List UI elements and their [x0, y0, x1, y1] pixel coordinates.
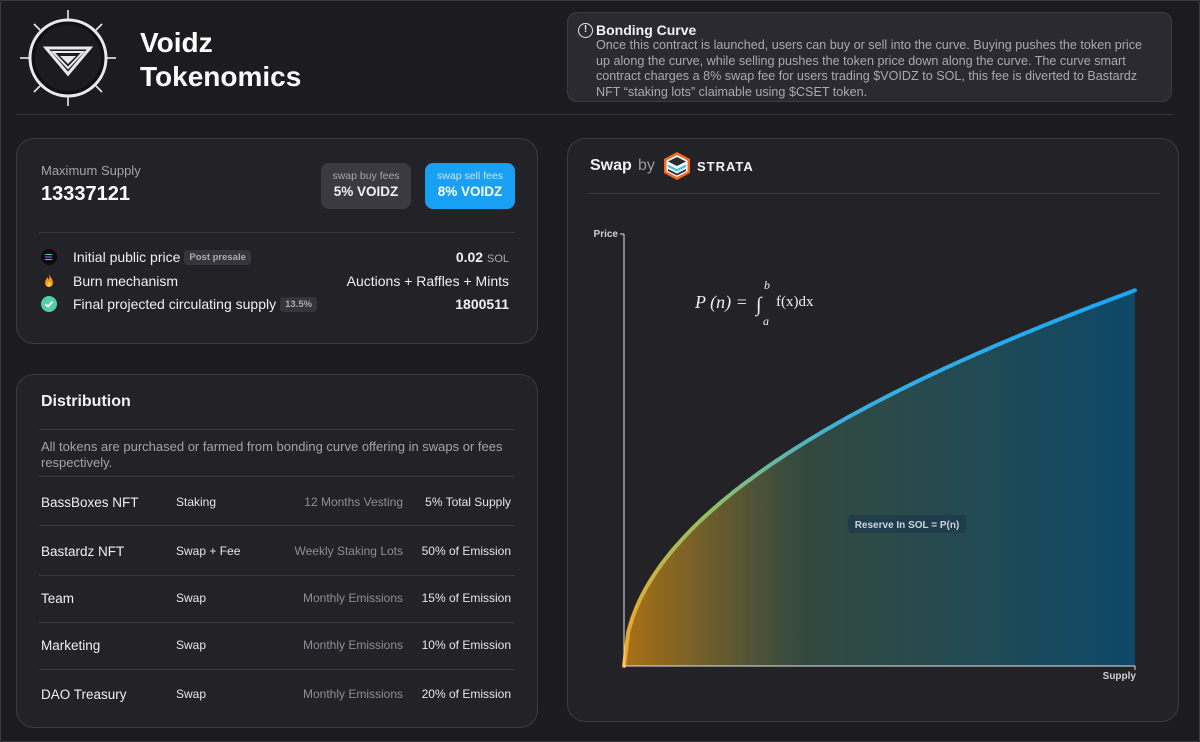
allocation-schedule: Weekly Staking Lots [294, 544, 404, 558]
distribution-row-divider [39, 476, 515, 477]
initial-price-value: 0.02 [455, 249, 484, 265]
distribution-title: Distribution [41, 393, 131, 410]
distribution-description: All tokens are purchased or farmed from … [41, 439, 503, 470]
allocation-name: Bastardz NFT [41, 544, 125, 559]
distribution-row-divider [39, 525, 515, 526]
info-icon: ! [578, 23, 593, 38]
reserve-annotation: Reserve In SOL = P(n) [855, 520, 960, 531]
formula-integrand: f(x)dx [776, 294, 814, 310]
buy-fee-value: 5% VOIDZ [333, 184, 399, 199]
notice-title: Bonding Curve [596, 22, 697, 38]
allocation-share: 5% Total Supply [425, 495, 511, 509]
formula-lower-bound: a [763, 314, 769, 328]
initial-price-label: Initial public price [73, 249, 181, 265]
allocation-share: 10% of Emission [421, 638, 511, 652]
swap-divider [588, 193, 1160, 194]
swap-panel: Price Supply P (n) = ∫ b a f(x)dx Reserv… [567, 138, 1179, 722]
allocation-schedule: Monthly Emissions [302, 591, 403, 605]
burn-mechanism-row: Burn mechanism Auctions + Raffles + Mint… [41, 271, 509, 291]
supply-divider [39, 232, 515, 233]
table-row: DAO Treasury Swap Monthly Emissions 20% … [41, 687, 511, 707]
table-row: BassBoxes NFT Staking 12 Months Vesting … [41, 495, 511, 515]
table-row: Team Swap Monthly Emissions 15% of Emiss… [41, 591, 511, 611]
allocation-schedule: Monthly Emissions [302, 687, 403, 701]
page-title-line1: Voidz [140, 27, 213, 58]
price-formula: P (n) = ∫ b a f(x)dx [694, 278, 814, 328]
formula-lhs: P (n) = [694, 292, 748, 313]
allocation-name: DAO Treasury [41, 687, 127, 702]
allocation-source: Swap [176, 687, 207, 701]
distribution-panel: Distribution All tokens are purchased or… [16, 374, 538, 728]
table-row: Bastardz NFT Swap + Fee Weekly Staking L… [41, 544, 511, 564]
sell-fee-value: 8% VOIDZ [437, 184, 503, 199]
swap-buy-fee-badge: swap buy fees 5% VOIDZ [321, 163, 411, 209]
buy-fee-label: swap buy fees [332, 170, 400, 182]
supply-panel: Maximum Supply 13337121 swap buy fees 5%… [16, 138, 538, 344]
initial-price-row: Initial public price Post presale 0.02 SO… [41, 247, 509, 267]
y-axis-label: Price [594, 229, 619, 240]
distribution-row-divider [39, 622, 515, 623]
allocation-source: Swap + Fee [176, 544, 241, 558]
notice-body: Once this contract is launched, users ca… [596, 38, 1143, 99]
circulating-supply-value: 1800511 [455, 296, 509, 312]
x-axis-label: Supply [1103, 671, 1137, 682]
allocation-name: BassBoxes NFT [41, 495, 139, 510]
check-circle-icon [41, 296, 57, 312]
voidz-logo-icon [20, 10, 116, 106]
distribution-row-divider [39, 575, 515, 576]
burn-mechanism-label: Burn mechanism [73, 273, 179, 289]
allocation-source: Swap [176, 591, 207, 605]
swap-by-text: by [638, 157, 655, 174]
initial-price-unit: SOL [486, 253, 509, 265]
circulating-percent-tag: 13.5% [280, 297, 318, 312]
swap-sell-fee-badge: swap sell fees 8% VOIDZ [425, 163, 515, 209]
distribution-row-divider [39, 669, 515, 670]
allocation-name: Team [41, 591, 75, 606]
allocation-name: Marketing [41, 638, 101, 653]
bonding-curve-chart: Price Supply P (n) = ∫ b a f(x)dx Reserv… [594, 229, 1137, 682]
page-title-line2: Tokenomics [140, 61, 302, 92]
circulating-supply-row: Final projected circulating supply 13.5% … [41, 294, 509, 314]
swap-title: Swap [590, 157, 632, 174]
post-presale-tag: Post presale [184, 250, 251, 265]
allocation-schedule: 12 Months Vesting [304, 495, 403, 509]
circulating-supply-label: Final projected circulating supply [73, 296, 277, 312]
allocation-source: Staking [176, 495, 217, 509]
allocation-schedule: Monthly Emissions [302, 638, 403, 652]
allocation-share: 50% of Emission [421, 544, 511, 558]
solana-icon [41, 249, 57, 265]
header-divider [16, 114, 1174, 115]
page-title: Voidz Tokenomics [140, 26, 301, 94]
formula-upper-bound: b [764, 278, 770, 292]
max-supply-label: Maximum Supply [41, 163, 141, 178]
strata-icon[interactable] [662, 151, 692, 181]
formula-integral-sign: ∫ [754, 294, 763, 317]
allocation-source: Swap [176, 638, 207, 652]
reserve-area [624, 290, 1135, 666]
distribution-divider [39, 429, 515, 430]
table-row: Marketing Swap Monthly Emissions 10% of … [41, 638, 511, 658]
allocation-share: 15% of Emission [421, 591, 511, 605]
burn-mechanism-value: Auctions + Raffles + Mints [346, 273, 509, 289]
sell-fee-label: swap sell fees [437, 170, 503, 182]
strata-wordmark[interactable]: STRATA [697, 159, 754, 174]
fire-icon [45, 274, 53, 287]
max-supply-value: 13337121 [41, 183, 130, 205]
allocation-share: 20% of Emission [421, 687, 511, 701]
bonding-curve-notice: ! Bonding Curve Once this contract is la… [567, 12, 1172, 102]
